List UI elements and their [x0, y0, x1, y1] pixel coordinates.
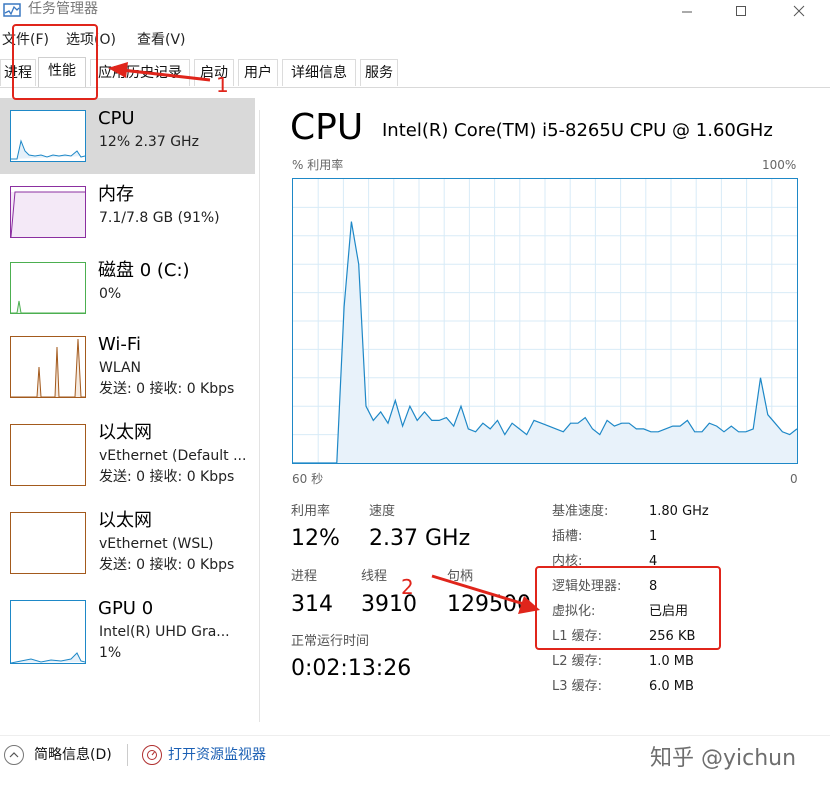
memory-thumbnail	[10, 186, 86, 238]
tab-details[interactable]: 详细信息	[282, 59, 356, 86]
graph-x-left-label: 60 秒	[292, 472, 324, 486]
sidebar-item-throughput: 发送: 0 接收: 0 Kbps	[99, 469, 235, 485]
sidebar-item-title: GPU 0	[98, 598, 154, 619]
sidebar-item-title: 磁盘 0 (C:)	[98, 260, 190, 281]
processes-value: 314	[291, 592, 333, 617]
sidebar-item-title: CPU	[98, 108, 135, 129]
cpu-mini-graph	[11, 139, 85, 160]
bottom-divider	[127, 744, 128, 766]
spec-label: L2 缓存:	[552, 654, 603, 669]
sidebar-item-title: 以太网	[98, 422, 152, 443]
threads-label: 线程	[361, 569, 388, 584]
gpu-mini-graph	[11, 652, 85, 663]
graph-y-label: % 利用率	[292, 158, 344, 172]
sidebar-item-memory[interactable]: 内存 7.1/7.8 GB (91%)	[0, 174, 255, 250]
sidebar-item-throughput: 发送: 0 接收: 0 Kbps	[99, 557, 235, 573]
resource-monitor-icon	[142, 745, 162, 765]
spec-label: 插槽:	[552, 529, 583, 544]
wifi-mini-graph	[11, 338, 85, 397]
maximize-button[interactable]	[718, 0, 764, 22]
wifi-thumbnail	[10, 336, 86, 398]
sidebar-item-title: 内存	[98, 184, 134, 205]
annotation-number-1: 1	[216, 73, 229, 97]
spec-value: 6.0 MB	[649, 679, 694, 694]
spec-value: 1.0 MB	[649, 654, 694, 669]
sidebar-item-throughput: 发送: 0 接收: 0 Kbps	[99, 381, 235, 397]
zhihu-watermark: 知乎 @yichun	[650, 746, 797, 771]
resource-sidebar: CPU 12% 2.37 GHz 内存 7.1/7.8 GB (91%) 磁盘 …	[0, 98, 255, 728]
sidebar-item-ethernet-wsl[interactable]: 以太网 vEthernet (WSL) 发送: 0 接收: 0 Kbps	[0, 502, 255, 578]
sidebar-item-subtitle: Intel(R) UHD Gra...	[99, 624, 230, 640]
sidebar-item-title: 以太网	[98, 510, 152, 531]
sidebar-item-wifi[interactable]: Wi-Fi WLAN 发送: 0 接收: 0 Kbps	[0, 326, 255, 402]
sidebar-item-subtitle: vEthernet (WSL)	[99, 536, 214, 552]
cpu-usage-chart	[293, 179, 798, 464]
menu-view[interactable]: 查看(V)	[137, 31, 186, 49]
sidebar-item-cpu[interactable]: CPU 12% 2.37 GHz	[0, 98, 255, 174]
tab-users[interactable]: 用户	[238, 59, 278, 86]
close-icon	[793, 5, 805, 17]
spec-label: 基准速度:	[552, 504, 609, 519]
uptime-label: 正常运行时间	[291, 634, 370, 649]
ethernet-thumbnail	[10, 424, 86, 486]
annotation-arrow-1	[108, 62, 211, 82]
title-bar: 任务管理器	[0, 0, 830, 28]
sidebar-item-subtitle: WLAN	[99, 360, 142, 376]
open-resource-monitor-link[interactable]: 打开资源监视器	[168, 746, 266, 764]
speed-label: 速度	[369, 504, 396, 519]
spec-value: 1	[649, 529, 658, 544]
sidebar-item-ethernet-default[interactable]: 以太网 vEthernet (Default ... 发送: 0 接收: 0 K…	[0, 414, 255, 490]
cpu-model-name: Intel(R) Core(TM) i5-8265U CPU @ 1.60GHz	[382, 120, 773, 141]
annotation-box-performance-tab	[12, 24, 98, 100]
disk-mini-graph	[11, 300, 85, 313]
minimize-button[interactable]	[664, 0, 710, 22]
page-title: CPU	[290, 107, 364, 148]
sidebar-item-subtitle: 0%	[99, 286, 122, 302]
sidebar-item-subtitle: 12% 2.37 GHz	[99, 134, 199, 150]
sidebar-item-subtitle: 7.1/7.8 GB (91%)	[99, 210, 220, 226]
annotation-arrow-2	[431, 574, 540, 614]
graph-x-right-label: 0	[790, 472, 798, 486]
annotation-box-processor-specs	[535, 566, 721, 650]
uptime-value: 0:02:13:26	[291, 656, 412, 681]
minimize-icon	[682, 11, 692, 13]
disk-thumbnail	[10, 262, 86, 314]
chevron-up-icon	[9, 752, 19, 758]
sidebar-item-title: Wi-Fi	[98, 334, 141, 355]
menu-bar: 文件(F) 选项(O) 查看(V)	[0, 28, 830, 52]
memory-mini-graph	[11, 191, 85, 237]
panel-divider	[259, 110, 260, 722]
graph-y-max-label: 100%	[762, 158, 797, 172]
cpu-usage-graph	[292, 178, 798, 464]
speed-value: 2.37 GHz	[369, 526, 471, 551]
maximize-icon	[736, 6, 746, 16]
sidebar-item-utilization: 1%	[99, 645, 122, 661]
spec-value: 1.80 GHz	[649, 504, 709, 519]
spec-label: L3 缓存:	[552, 679, 603, 694]
fewer-details-button[interactable]: 简略信息(D)	[34, 746, 112, 764]
task-manager-icon	[3, 3, 21, 17]
tab-services[interactable]: 服务	[360, 59, 398, 86]
collapse-chevron-icon[interactable]	[4, 745, 24, 765]
window-title: 任务管理器	[28, 1, 98, 17]
processes-label: 进程	[291, 569, 318, 584]
annotation-number-2: 2	[401, 575, 414, 599]
utilization-value: 12%	[291, 526, 340, 551]
sidebar-item-disk[interactable]: 磁盘 0 (C:) 0%	[0, 250, 255, 326]
gpu-thumbnail	[10, 600, 86, 664]
gauge-icon	[147, 750, 157, 760]
close-button[interactable]	[776, 0, 822, 22]
sidebar-item-gpu[interactable]: GPU 0 Intel(R) UHD Gra... 1%	[0, 590, 255, 666]
cpu-thumbnail	[10, 110, 86, 162]
utilization-label: 利用率	[291, 504, 331, 519]
sidebar-item-subtitle: vEthernet (Default ...	[99, 448, 247, 464]
ethernet-thumbnail	[10, 512, 86, 574]
